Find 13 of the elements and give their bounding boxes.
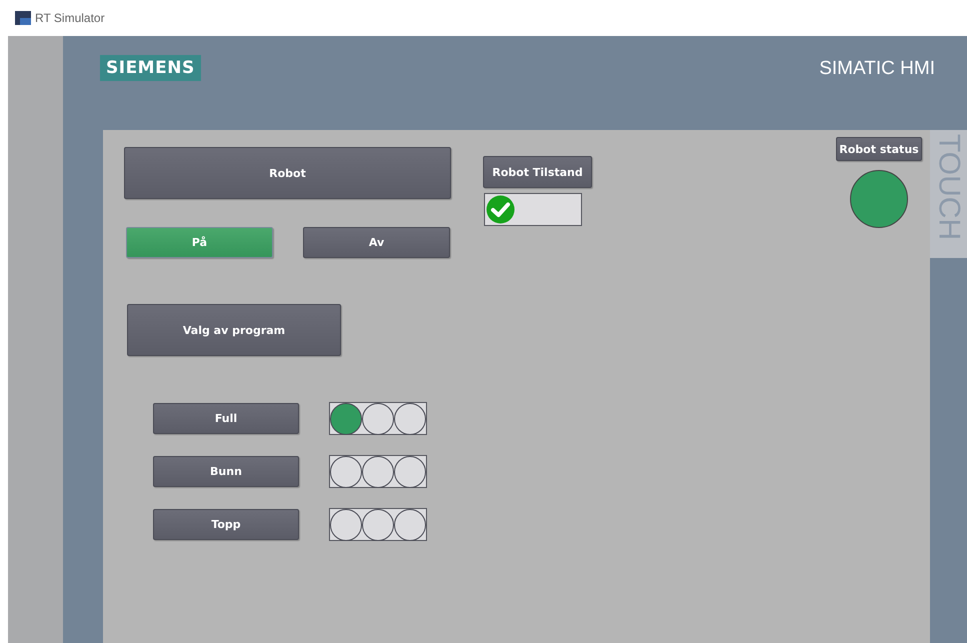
program-option-button[interactable]: Full — [153, 403, 299, 434]
robot-state-button[interactable]: Robot Tilstand — [483, 156, 592, 188]
power-button[interactable]: På — [126, 227, 273, 258]
brand-logo: SIEMENS — [100, 55, 201, 81]
product-title: SIMATIC HMI — [819, 58, 935, 80]
power-button[interactable]: Av — [303, 227, 450, 258]
window-title: RT Simulator — [35, 11, 105, 25]
program-button[interactable]: Valg av program — [127, 304, 341, 356]
program-option-button[interactable]: Topp — [153, 509, 299, 540]
robot-button[interactable]: Robot — [124, 147, 451, 199]
program-option-button[interactable]: Bunn — [153, 456, 299, 487]
app-icon — [15, 11, 31, 25]
robot-status-button[interactable]: Robot status — [836, 137, 922, 161]
